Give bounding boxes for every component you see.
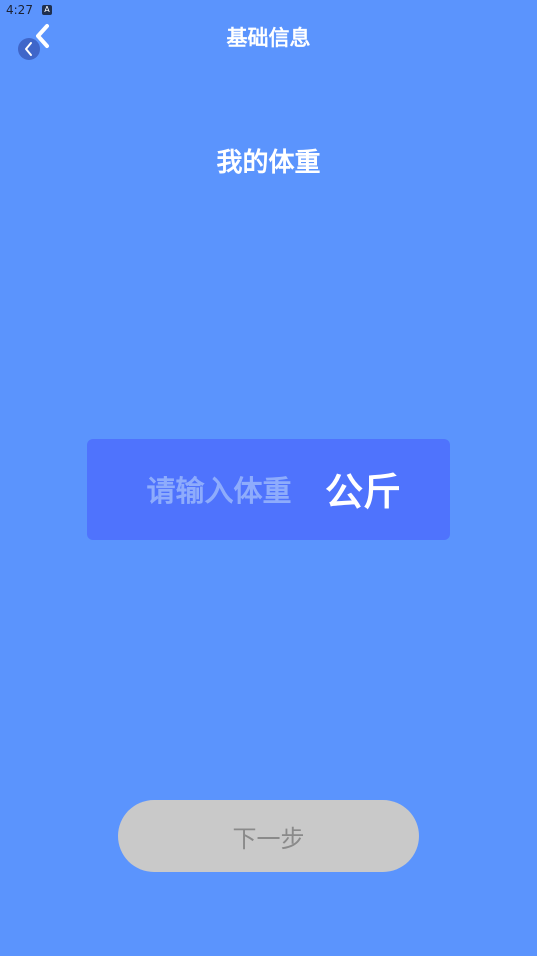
next-step-button[interactable]: 下一步 — [118, 800, 419, 872]
header-title: 基础信息 — [226, 26, 311, 50]
page-heading: 我的体重 — [216, 148, 321, 178]
weight-unit-label: 公斤 — [325, 470, 402, 514]
weight-input[interactable] — [117, 467, 321, 515]
status-bar: 4:27 A — [0, 0, 537, 22]
weight-input-box: 公斤 — [87, 439, 450, 540]
notification-icon: A — [42, 5, 52, 15]
status-time: 4:27 — [6, 3, 33, 17]
